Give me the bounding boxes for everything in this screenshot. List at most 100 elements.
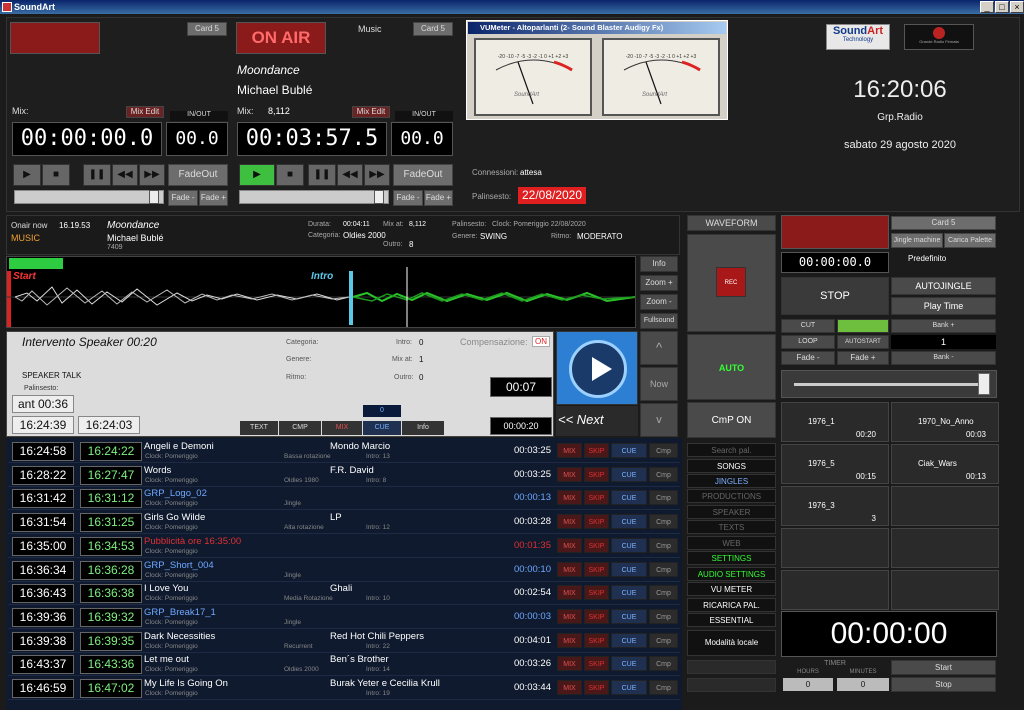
jingle-cart[interactable]	[891, 528, 999, 568]
row-cmp-button[interactable]: Cmp	[649, 490, 678, 506]
jingle-cart[interactable]	[781, 570, 889, 610]
playlist-row[interactable]: 16:39:36 16:39:32 GRP_Break17_1 Clock: Pome…	[8, 606, 680, 629]
row-skip-button[interactable]: SKIP	[584, 443, 609, 458]
jingle-cart[interactable]: 1976_5 00:15	[781, 444, 889, 484]
jingle-fade-plus-button[interactable]: Fade +	[837, 351, 889, 365]
row-cue-button[interactable]: CUE	[611, 490, 647, 506]
cut-button[interactable]: CUT	[781, 319, 835, 333]
move-down-button[interactable]: v	[640, 403, 678, 437]
minutes-input[interactable]: 0	[837, 678, 889, 691]
row-skip-button[interactable]: SKIP	[584, 490, 609, 506]
deck2-pause-button[interactable]: ❚❚	[308, 164, 336, 186]
row-mix-button[interactable]: MIX	[557, 490, 582, 506]
deck1-play-button[interactable]: ▶	[13, 164, 41, 186]
row-mix-button[interactable]: MIX	[557, 608, 582, 624]
playlist-row[interactable]: 16:36:34 16:36:28 GRP_Short_004 Clock: Pome…	[8, 559, 680, 582]
jingle-volume-slider[interactable]	[781, 370, 997, 398]
row-mix-button[interactable]: MIX	[557, 443, 582, 458]
row-skip-button[interactable]: SKIP	[584, 537, 609, 553]
row-cue-button[interactable]: CUE	[611, 656, 647, 672]
jingle-cart[interactable]: 1970_No_Anno 00:03	[891, 402, 999, 442]
row-cmp-button[interactable]: Cmp	[649, 608, 678, 624]
palinsesto-date[interactable]: 22/08/2020	[518, 187, 586, 204]
row-cue-button[interactable]: CUE	[611, 443, 647, 458]
jingle-cart[interactable]	[891, 486, 999, 526]
web-button[interactable]: WEB	[687, 536, 776, 550]
deck2-forward-button[interactable]: ▶▶	[364, 164, 390, 186]
row-skip-button[interactable]: SKIP	[584, 561, 609, 577]
tab-cmp[interactable]: CMP	[279, 421, 321, 435]
row-mix-button[interactable]: MIX	[557, 561, 582, 577]
tab-mix[interactable]: MIX	[322, 421, 362, 435]
speaker-button[interactable]: SPEAKER	[687, 505, 776, 519]
minimize-button[interactable]: _	[980, 1, 994, 13]
deck1-volume-slider[interactable]	[14, 190, 164, 204]
play-time-button[interactable]: Play Time	[891, 297, 996, 315]
compensazione-toggle[interactable]: ON	[532, 336, 550, 347]
row-cue-button[interactable]: CUE	[611, 514, 647, 530]
row-skip-button[interactable]: SKIP	[584, 466, 609, 482]
row-cmp-button[interactable]: Cmp	[649, 466, 678, 482]
row-cmp-button[interactable]: Cmp	[649, 632, 678, 648]
now-button[interactable]: Now	[640, 367, 678, 401]
songs-button[interactable]: SONGS	[687, 459, 776, 473]
jingle-machine-button[interactable]: Jingle machine	[891, 233, 943, 248]
zoom-in-button[interactable]: Zoom +	[640, 275, 678, 291]
playlist-row[interactable]: 16:31:54 16:31:25 Girls Go Wilde Clock: Pom…	[8, 511, 680, 535]
row-skip-button[interactable]: SKIP	[584, 632, 609, 648]
row-cmp-button[interactable]: Cmp	[649, 585, 678, 601]
deck1-card-button[interactable]: Card 5	[187, 22, 227, 36]
row-cmp-button[interactable]: Cmp	[649, 656, 678, 672]
deck1-pause-button[interactable]: ❚❚	[83, 164, 111, 186]
jingle-cart[interactable]: 1976_3 3	[781, 486, 889, 526]
row-skip-button[interactable]: SKIP	[584, 514, 609, 530]
row-cue-button[interactable]: CUE	[611, 466, 647, 482]
row-cue-button[interactable]: CUE	[611, 680, 647, 695]
vu-meter-button[interactable]: VU METER	[687, 582, 776, 596]
deck1-onair-button[interactable]	[10, 22, 100, 54]
deck2-stop-button[interactable]: ■	[276, 164, 304, 186]
essential-button[interactable]: ESSENTIAL	[687, 613, 776, 627]
row-mix-button[interactable]: MIX	[557, 656, 582, 672]
playlist-row[interactable]: 16:35:00 16:34:53 Pubblicità ore 16:35:00 C…	[8, 535, 680, 558]
row-cmp-button[interactable]: Cmp	[649, 514, 678, 530]
close-button[interactable]: ×	[1010, 1, 1024, 13]
hours-input[interactable]: 0	[783, 678, 833, 691]
deck1-mix-edit-button[interactable]: Mix Edit	[126, 106, 164, 118]
row-cue-button[interactable]: CUE	[611, 608, 647, 624]
deck2-rewind-button[interactable]: ◀◀	[337, 164, 363, 186]
deck2-card-button[interactable]: Card 5	[413, 22, 453, 36]
playlist-row[interactable]: 16:46:59 16:47:02 My Life Is Going On Clock…	[8, 677, 680, 700]
row-cmp-button[interactable]: Cmp	[649, 680, 678, 695]
jingle-stop-button[interactable]: STOP	[781, 277, 889, 315]
row-cmp-button[interactable]: Cmp	[649, 443, 678, 458]
loop-button[interactable]: LOOP	[781, 335, 835, 349]
audio-settings-button[interactable]: AUDIO SETTINGS	[687, 567, 776, 581]
row-skip-button[interactable]: SKIP	[584, 608, 609, 624]
playlist-row[interactable]: 16:43:37 16:43:36 Let me out Clock: Pomerig…	[8, 653, 680, 677]
play-next-button[interactable]	[556, 331, 638, 405]
productions-button[interactable]: PRODUCTIONS	[687, 489, 776, 503]
waveform-info-button[interactable]: Info	[640, 256, 678, 272]
deck1-rewind-button[interactable]: ◀◀	[112, 164, 138, 186]
row-cue-button[interactable]: CUE	[611, 585, 647, 601]
deck2-play-button[interactable]: ▶	[239, 164, 275, 186]
jingle-card-button[interactable]: Card 5	[891, 216, 996, 230]
zoom-out-button[interactable]: Zoom -	[640, 294, 678, 310]
deck2-fade-minus-button[interactable]: Fade -	[393, 190, 423, 206]
playlist-row[interactable]: 16:31:42 16:31:12 GRP_Logo_02 Clock: Pomeri…	[8, 487, 680, 511]
waveform-display[interactable]: Start Intro	[6, 256, 636, 328]
deck1-fadeout-button[interactable]: FadeOut	[168, 164, 228, 186]
timer-stop-button[interactable]: Stop	[891, 677, 996, 692]
playlist-row[interactable]: 16:36:43 16:36:38 I Love You Clock: Pomerig…	[8, 582, 680, 606]
autojingle-button[interactable]: AUTOJINGLE	[891, 277, 996, 295]
jingle-cart[interactable]: 1976_1 00:20	[781, 402, 889, 442]
row-mix-button[interactable]: MIX	[557, 680, 582, 695]
move-up-button[interactable]: ^	[640, 331, 678, 365]
row-mix-button[interactable]: MIX	[557, 585, 582, 601]
tab-cue[interactable]: CUE	[363, 421, 401, 435]
jingle-cart[interactable]	[781, 528, 889, 568]
next-button[interactable]: << Next	[556, 406, 638, 436]
deck2-fade-plus-button[interactable]: Fade +	[424, 190, 453, 206]
row-mix-button[interactable]: MIX	[557, 537, 582, 553]
